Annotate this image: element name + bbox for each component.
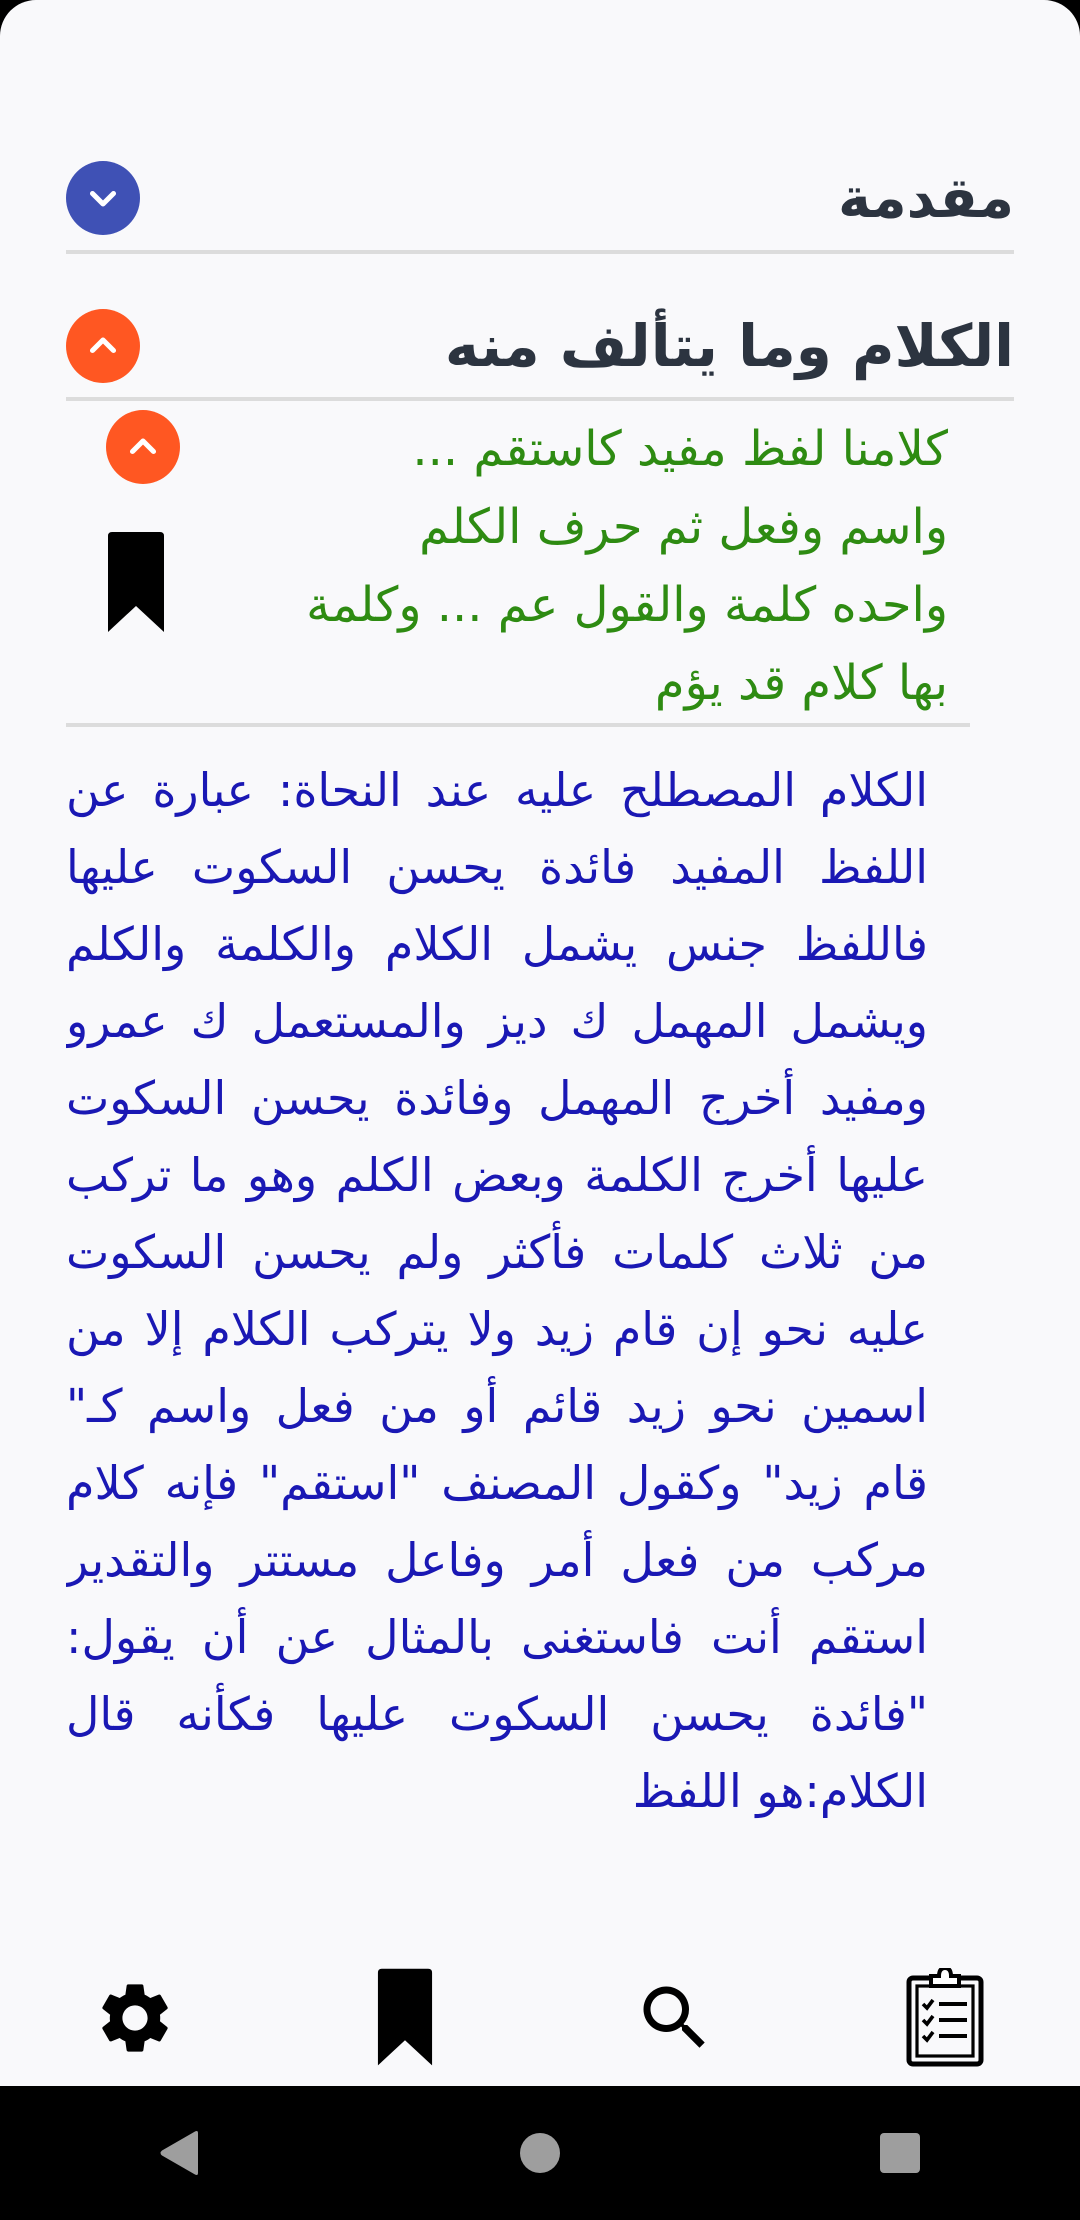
app-screen: مقدمة الكلام وما يتألف منه كلامنا لفظ مف… xyxy=(0,0,1080,2086)
chevron-up-icon xyxy=(129,438,157,455)
system-nav-bar xyxy=(0,2086,1080,2220)
bookmark-icon xyxy=(108,532,164,632)
verse-text: كلامنا لفظ مفيد كاستقم ... واسم وفعل ثم … xyxy=(190,410,948,722)
commentary-text: الكلام المصطلح عليه عند النحاة: عبارة عن… xyxy=(66,763,928,1818)
clipboard-checklist-icon xyxy=(906,1968,984,2067)
verse-controls xyxy=(104,410,184,638)
section-title-chapter: الكلام وما يتألف منه xyxy=(444,312,1014,380)
verse-line: كلامنا لفظ مفيد كاستقم ... xyxy=(412,421,948,477)
divider xyxy=(66,397,1014,401)
divider xyxy=(66,250,1014,254)
gear-icon xyxy=(102,1984,168,2052)
chevron-down-icon xyxy=(89,190,117,207)
search-button[interactable] xyxy=(610,1958,740,2078)
bookmarks-button[interactable] xyxy=(340,1958,470,2078)
recents-square-icon xyxy=(880,2133,920,2173)
home-circle-icon xyxy=(520,2133,560,2173)
back-triangle-icon xyxy=(160,2131,198,2175)
settings-button[interactable] xyxy=(70,1958,200,2078)
section-title-intro: مقدمة xyxy=(838,165,1014,231)
bookmark-icon xyxy=(377,1968,433,2066)
section-header-chapter[interactable]: الكلام وما يتألف منه xyxy=(66,303,1014,389)
verse-line: واسم وفعل ثم حرف الكلم xyxy=(419,499,948,555)
verse-line: واحده كلمة والقول عم ... وكلمة xyxy=(306,577,948,633)
verse-collapse-button[interactable] xyxy=(106,410,180,484)
bottom-nav xyxy=(0,1950,1080,2086)
index-button[interactable] xyxy=(880,1958,1010,2078)
system-back-button[interactable] xyxy=(120,2093,240,2213)
system-recents-button[interactable] xyxy=(840,2093,960,2213)
search-icon xyxy=(643,1986,705,2048)
chevron-up-icon xyxy=(89,337,117,354)
verse-bookmark-button[interactable] xyxy=(106,532,184,638)
divider xyxy=(66,723,970,727)
intro-expand-button[interactable] xyxy=(66,161,140,235)
system-home-button[interactable] xyxy=(480,2093,600,2213)
verse-line: بها كلام قد يؤم xyxy=(654,655,948,711)
section-header-intro[interactable]: مقدمة xyxy=(66,158,1014,238)
chapter-collapse-button[interactable] xyxy=(66,309,140,383)
